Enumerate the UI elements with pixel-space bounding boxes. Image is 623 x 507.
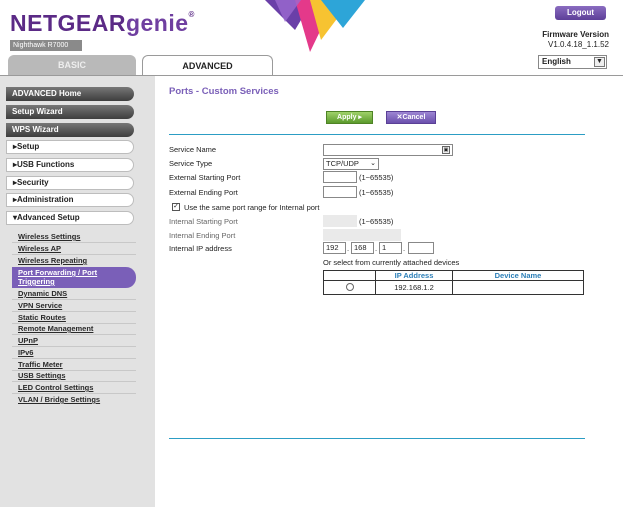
model-badge: Nighthawk R7000 xyxy=(10,40,82,51)
sidebar-section-administration[interactable]: ▸Administration xyxy=(6,193,134,207)
same-port-range-label: Use the same port range for Internal por… xyxy=(184,203,320,212)
attached-devices-hint: Or select from currently attached device… xyxy=(323,258,460,267)
table-row[interactable]: 192.168.1.2 xyxy=(323,280,584,295)
sidebar-item-vpn-service[interactable]: VPN Service xyxy=(18,301,62,310)
external-ending-port-input[interactable] xyxy=(323,186,357,198)
service-name-label: Service Name xyxy=(169,145,217,154)
sidebar-item-usb-settings[interactable]: USB Settings xyxy=(18,371,66,380)
language-value: English xyxy=(542,57,571,66)
sidebar-setup-wizard[interactable]: Setup Wizard xyxy=(6,105,134,119)
sidebar-item-label: Port Forwarding / Port Triggering xyxy=(18,268,98,286)
main-content: Ports - Custom Services Apply ▸ ✕Cancel … xyxy=(155,76,623,507)
internal-ending-port-input xyxy=(323,229,401,241)
ip-dot-separator: . xyxy=(347,244,350,253)
internal-ip-label: Internal IP address xyxy=(169,244,232,253)
netgear-genie-logo[interactable]: NETGEARgenie® xyxy=(10,10,195,37)
sidebar: ADVANCED Home Setup Wizard WPS Wizard ▸S… xyxy=(0,76,155,507)
sidebar-advanced-home[interactable]: ADVANCED Home xyxy=(6,87,134,101)
sidebar-item-dynamic-dns[interactable]: Dynamic DNS xyxy=(18,289,67,298)
sidebar-item-wireless-ap[interactable]: Wireless AP xyxy=(18,244,61,253)
port-range-hint: (1~65535) xyxy=(359,173,394,182)
divider xyxy=(12,334,136,335)
input-helper-icon[interactable]: ▣ xyxy=(442,146,450,154)
firmware-version: V1.0.4.18_1.1.52 xyxy=(548,40,609,49)
decorative-graphic-icon xyxy=(265,0,365,52)
ip-dot-separator: . xyxy=(375,244,378,253)
ip-octet-3-input[interactable]: 1 xyxy=(379,242,402,254)
divider xyxy=(12,381,136,382)
sidebar-item-static-routes[interactable]: Static Routes xyxy=(18,313,66,322)
attached-devices-table: IP Address Device Name 192.168.1.2 xyxy=(323,270,584,295)
divider xyxy=(12,346,136,347)
table-header-ip-address: IP Address xyxy=(375,270,453,281)
divider xyxy=(12,254,136,255)
internal-starting-port-label: Internal Starting Port xyxy=(169,217,238,226)
device-radio-button[interactable] xyxy=(345,282,354,291)
sidebar-wps-wizard[interactable]: WPS Wizard xyxy=(6,123,134,137)
port-range-hint: (1~65535) xyxy=(359,188,394,197)
sidebar-item-port-forwarding[interactable]: Port Forwarding / Port Triggering xyxy=(12,267,136,288)
registered-mark: ® xyxy=(188,10,195,19)
brand-product-text: genie xyxy=(125,10,189,36)
tab-basic[interactable]: BASIC xyxy=(8,55,136,76)
brand-text: NETGEAR xyxy=(10,10,126,36)
firmware-label: Firmware Version xyxy=(542,30,609,39)
divider xyxy=(169,438,585,439)
external-starting-port-input[interactable] xyxy=(323,171,357,183)
sidebar-item-wireless-settings[interactable]: Wireless Settings xyxy=(18,232,80,241)
apply-button[interactable]: Apply ▸ xyxy=(326,111,373,124)
divider xyxy=(12,242,136,243)
ip-dot-separator: . xyxy=(403,244,406,253)
ip-octet-2-input[interactable]: 168 xyxy=(351,242,374,254)
table-header-device-name: Device Name xyxy=(452,270,584,281)
table-cell-ip: 192.168.1.2 xyxy=(375,280,453,295)
page-title: Ports - Custom Services xyxy=(169,86,279,97)
divider xyxy=(12,311,136,312)
ip-octet-1-input[interactable]: 192 xyxy=(323,242,346,254)
sidebar-item-traffic-meter[interactable]: Traffic Meter xyxy=(18,360,63,369)
service-type-select[interactable]: TCP/UDP ⌄ xyxy=(323,158,379,170)
table-header-select xyxy=(323,270,376,281)
sidebar-section-security[interactable]: ▸Security xyxy=(6,176,134,190)
sidebar-section-advanced-setup[interactable]: ▾Advanced Setup xyxy=(6,211,134,225)
table-header-row: IP Address Device Name xyxy=(323,270,584,281)
table-cell-select xyxy=(323,280,376,295)
external-ending-port-label: External Ending Port xyxy=(169,188,238,197)
internal-starting-port-input xyxy=(323,215,357,227)
chevron-down-icon: ⌄ xyxy=(370,160,376,167)
sidebar-item-upnp[interactable]: UPnP xyxy=(18,336,38,345)
same-port-range-checkbox[interactable]: ✓ xyxy=(172,203,180,211)
language-select[interactable]: English ▼ xyxy=(538,55,607,69)
service-type-value: TCP/UDP xyxy=(326,159,359,168)
service-type-label: Service Type xyxy=(169,159,213,168)
ip-octet-4-input[interactable] xyxy=(408,242,434,254)
divider xyxy=(12,393,136,394)
external-starting-port-label: External Starting Port xyxy=(169,173,241,182)
cancel-button[interactable]: ✕Cancel xyxy=(386,111,436,124)
sidebar-section-setup[interactable]: ▸Setup xyxy=(6,140,134,154)
service-name-input[interactable]: ▣ xyxy=(323,144,453,156)
sidebar-item-led-control-settings[interactable]: LED Control Settings xyxy=(18,383,93,392)
sidebar-item-remote-management[interactable]: Remote Management xyxy=(18,324,93,333)
sidebar-section-usb-functions[interactable]: ▸USB Functions xyxy=(6,158,134,172)
tab-advanced[interactable]: ADVANCED xyxy=(142,55,273,76)
internal-ending-port-label: Internal Ending Port xyxy=(169,231,236,240)
sidebar-item-vlan-bridge-settings[interactable]: VLAN / Bridge Settings xyxy=(18,395,100,404)
port-range-hint: (1~65535) xyxy=(359,217,394,226)
sidebar-item-wireless-repeating[interactable]: Wireless Repeating xyxy=(18,256,87,265)
sidebar-item-ipv6[interactable]: IPv6 xyxy=(18,348,33,357)
table-cell-device-name xyxy=(452,280,584,295)
logout-button[interactable]: Logout xyxy=(555,6,606,20)
chevron-down-icon[interactable]: ▼ xyxy=(594,57,605,67)
divider xyxy=(12,299,136,300)
divider xyxy=(169,134,585,135)
divider xyxy=(12,358,136,359)
